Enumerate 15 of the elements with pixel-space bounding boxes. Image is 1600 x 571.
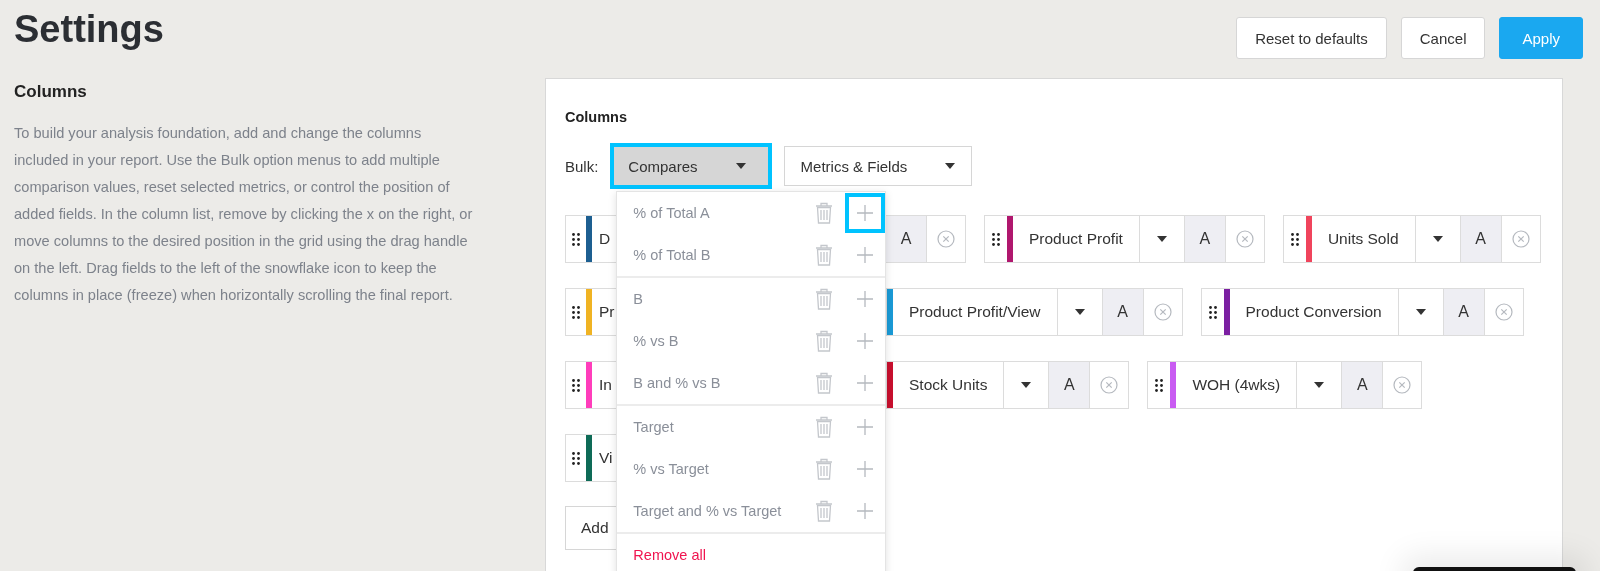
column-name: Units Sold <box>1327 230 1399 248</box>
section-heading: Columns <box>14 82 88 102</box>
column-name: Product Profit/View <box>909 303 1041 321</box>
column-name: D <box>599 230 611 248</box>
bulk-label: Bulk: <box>565 157 599 175</box>
column-name: Product Profit <box>1029 230 1123 248</box>
column-name: Vi <box>599 449 613 467</box>
column-name: Stock Units <box>909 376 988 394</box>
column-name: In <box>599 376 612 394</box>
panel-heading: Columns <box>565 109 629 125</box>
page-title: Settings <box>14 8 164 51</box>
section-description: To build your analysis foundation, add and change the columns included in your report. Use the Bulk option menus to add multiple comparison values, reset selected metrics, or control the position of added fields. In the column list, remove by clicking the x on the right, or move columns to the desired position in the grid using the drag handle on the left. Drag fields to the left of the snowflake icon to keep the columns in place (freeze) when horizontally scrolling the final report. <box>14 124 474 305</box>
column-name: Pr <box>599 303 615 321</box>
column-name: WOH (4wks) <box>1192 376 1281 394</box>
column-name: Product Conversion <box>1245 303 1382 321</box>
